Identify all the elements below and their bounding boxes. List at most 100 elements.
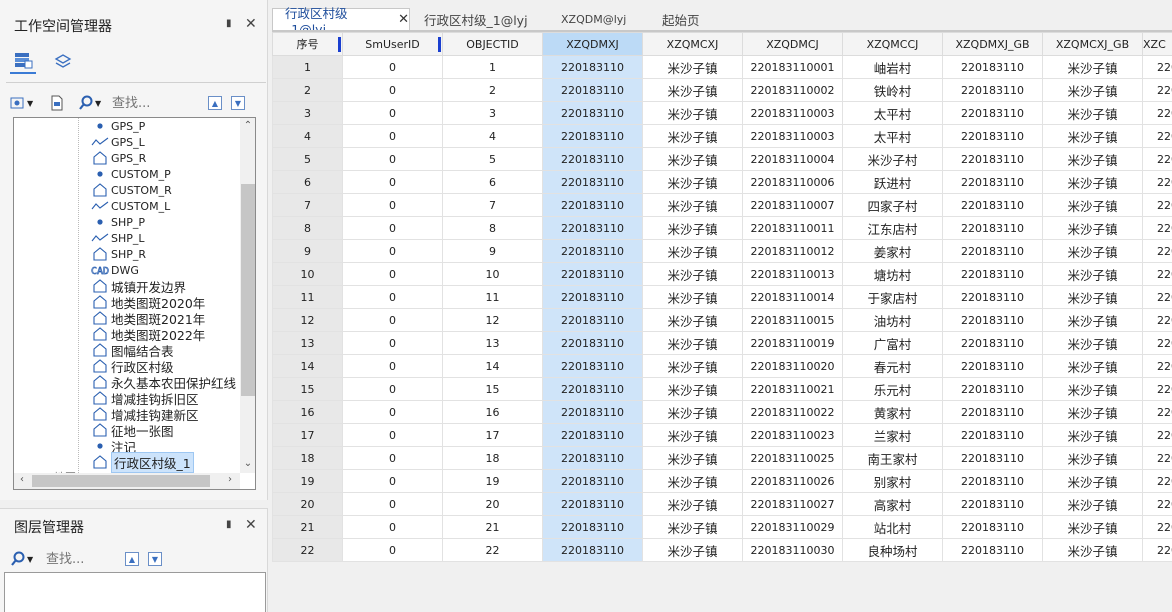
table-cell[interactable]: 米沙子镇	[642, 538, 743, 562]
table-cell[interactable]: 220183110	[542, 78, 643, 102]
table-cell[interactable]: 2	[442, 78, 543, 102]
next-result-button[interactable]: ▼	[231, 96, 245, 110]
tree-node[interactable]: GPS_P	[89, 118, 145, 134]
scroll-left-icon[interactable]: ‹	[14, 474, 30, 485]
table-cell[interactable]: 米沙子镇	[642, 492, 743, 516]
table-row[interactable]: 17 0 17 220183110 米沙子镇 220183110023 兰家村 2201831…	[272, 423, 1172, 447]
table-cell[interactable]: 16	[442, 400, 543, 424]
table-cell[interactable]: 220	[1142, 308, 1172, 332]
row-index-cell[interactable]: 11	[272, 285, 343, 309]
table-cell[interactable]: 米沙子镇	[642, 147, 743, 171]
tab-active-table[interactable]: 行政区村级_1@lyj ✕	[272, 6, 410, 37]
table-cell[interactable]: 0	[342, 423, 443, 447]
table-cell[interactable]: 220183110014	[742, 285, 843, 309]
table-row[interactable]: 12 0 12 220183110 米沙子镇 220183110015 油坊村 2201831…	[272, 308, 1172, 332]
table-cell[interactable]: 0	[342, 101, 443, 125]
table-cell[interactable]: 220	[1142, 377, 1172, 401]
table-cell[interactable]: 米沙子镇	[1042, 147, 1143, 171]
tree-node[interactable]: GPS_L	[89, 134, 145, 150]
row-index-cell[interactable]: 18	[272, 446, 343, 470]
table-cell[interactable]: 米沙子镇	[642, 515, 743, 539]
table-cell[interactable]: 220183110	[942, 469, 1043, 493]
tree-node[interactable]: CUSTOM_P	[89, 166, 171, 182]
open-file-button[interactable]	[50, 93, 64, 113]
table-cell[interactable]: 220	[1142, 124, 1172, 148]
table-cell[interactable]: 220183110	[542, 538, 643, 562]
table-cell[interactable]: 0	[342, 354, 443, 378]
table-cell[interactable]: 220183110	[942, 538, 1043, 562]
table-cell[interactable]: 220183110019	[742, 331, 843, 355]
table-cell[interactable]: 米沙子镇	[1042, 124, 1143, 148]
table-cell[interactable]: 米沙子镇	[642, 55, 743, 79]
table-cell[interactable]: 米沙子镇	[642, 170, 743, 194]
table-cell[interactable]: 米沙子镇	[642, 193, 743, 217]
table-cell[interactable]: 220183110	[942, 423, 1043, 447]
table-cell[interactable]: 220	[1142, 354, 1172, 378]
row-index-cell[interactable]: 2	[272, 78, 343, 102]
table-row[interactable]: 4 0 4 220183110 米沙子镇 220183110003 太平村 220183110…	[272, 124, 1172, 148]
table-cell[interactable]: 5	[442, 147, 543, 171]
table-cell[interactable]: 220183110020	[742, 354, 843, 378]
table-cell[interactable]: 广富村	[842, 331, 943, 355]
table-cell[interactable]: 220183110	[942, 446, 1043, 470]
table-cell[interactable]: 米沙子镇	[1042, 101, 1143, 125]
table-cell[interactable]: 米沙子镇	[1042, 55, 1143, 79]
table-row[interactable]: 15 0 15 220183110 米沙子镇 220183110021 乐元村 2201831…	[272, 377, 1172, 401]
column-header[interactable]: XZQMCXJ_GB	[1042, 32, 1143, 56]
table-cell[interactable]: 220183110	[542, 285, 643, 309]
table-cell[interactable]: 220	[1142, 400, 1172, 424]
table-cell[interactable]: 12	[442, 308, 543, 332]
table-cell[interactable]: 塘坊村	[842, 262, 943, 286]
tab-close-icon[interactable]: ✕	[398, 12, 409, 27]
table-cell[interactable]: 米沙子镇	[1042, 377, 1143, 401]
table-cell[interactable]: 铁岭村	[842, 78, 943, 102]
table-cell[interactable]: 米沙子镇	[1042, 78, 1143, 102]
table-cell[interactable]: 0	[342, 377, 443, 401]
row-index-cell[interactable]: 5	[272, 147, 343, 171]
row-index-cell[interactable]: 3	[272, 101, 343, 125]
table-cell[interactable]: 米沙子镇	[642, 331, 743, 355]
table-cell[interactable]: 0	[342, 285, 443, 309]
table-cell[interactable]: 220183110	[942, 147, 1043, 171]
scroll-right-icon[interactable]: ›	[222, 474, 238, 485]
row-index-cell[interactable]: 9	[272, 239, 343, 263]
table-cell[interactable]: 10	[442, 262, 543, 286]
table-cell[interactable]: 220	[1142, 170, 1172, 194]
table-cell[interactable]: 兰家村	[842, 423, 943, 447]
view-options-button[interactable]: ▼	[10, 93, 33, 113]
table-cell[interactable]: 江东店村	[842, 216, 943, 240]
table-row[interactable]: 2 0 2 220183110 米沙子镇 220183110002 铁岭村 220183110…	[272, 78, 1172, 102]
table-cell[interactable]: 220183110	[942, 239, 1043, 263]
table-cell[interactable]: 米沙子镇	[1042, 354, 1143, 378]
table-cell[interactable]: 20	[442, 492, 543, 516]
table-cell[interactable]: 220183110022	[742, 400, 843, 424]
row-index-cell[interactable]: 20	[272, 492, 343, 516]
tree-node[interactable]: SHP_L	[89, 230, 145, 246]
table-row[interactable]: 18 0 18 220183110 米沙子镇 220183110025 南王家村 220183…	[272, 446, 1172, 470]
table-cell[interactable]: 220183110	[542, 239, 643, 263]
column-header[interactable]: XZQDMXJ	[542, 32, 643, 56]
row-index-cell[interactable]: 22	[272, 538, 343, 562]
table-cell[interactable]: 0	[342, 469, 443, 493]
table-cell[interactable]: 220	[1142, 147, 1172, 171]
column-resize-marker[interactable]	[438, 37, 441, 52]
table-cell[interactable]: 春元村	[842, 354, 943, 378]
table-cell[interactable]: 0	[342, 216, 443, 240]
table-cell[interactable]: 黄家村	[842, 400, 943, 424]
tree-node[interactable]: SHP_P	[89, 214, 145, 230]
table-cell[interactable]: 米沙子镇	[1042, 193, 1143, 217]
table-cell[interactable]: 220	[1142, 331, 1172, 355]
table-cell[interactable]: 15	[442, 377, 543, 401]
table-cell[interactable]: 米沙子镇	[642, 469, 743, 493]
table-cell[interactable]: 220183110025	[742, 446, 843, 470]
table-cell[interactable]: 米沙子镇	[1042, 538, 1143, 562]
table-cell[interactable]: 0	[342, 400, 443, 424]
table-cell[interactable]: 220183110007	[742, 193, 843, 217]
workspace-layers-view-button[interactable]	[50, 48, 76, 74]
table-cell[interactable]: 220	[1142, 262, 1172, 286]
table-cell[interactable]: 220	[1142, 538, 1172, 562]
table-cell[interactable]: 220183110	[942, 55, 1043, 79]
table-cell[interactable]: 米沙子镇	[642, 239, 743, 263]
table-cell[interactable]: 220183110	[542, 400, 643, 424]
column-header[interactable]: OBJECTID	[442, 32, 543, 56]
